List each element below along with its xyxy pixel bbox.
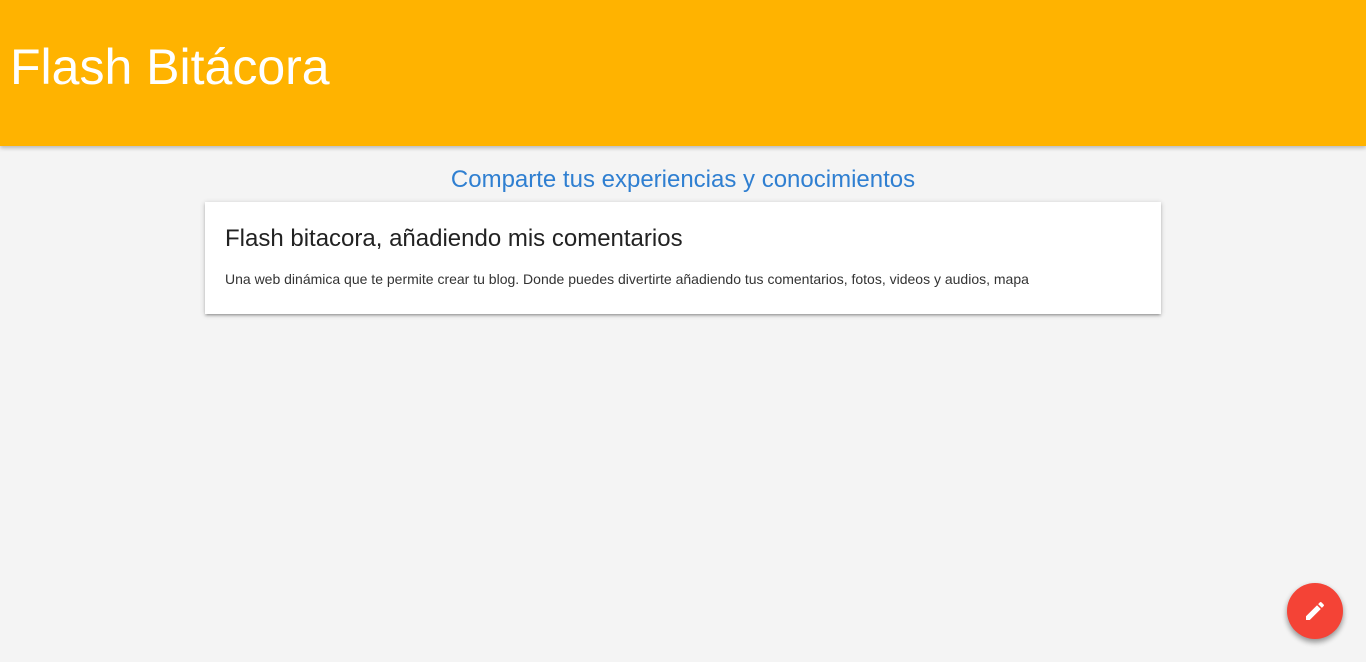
app-title: Flash Bitácora [10, 39, 330, 95]
card-title: Flash bitacora, añadiendo mis comentario… [225, 225, 683, 252]
card-text: Una web dinámica que te permite crear tu… [225, 271, 1029, 287]
blog-card: Flash bitacora, añadiendo mis comentario… [205, 202, 1161, 314]
pencil-icon [1303, 599, 1327, 623]
edit-fab-button[interactable] [1287, 583, 1343, 639]
page-subtitle: Comparte tus experiencias y conocimiento… [450, 166, 916, 193]
app-header: Flash Bitácora [0, 0, 1366, 146]
